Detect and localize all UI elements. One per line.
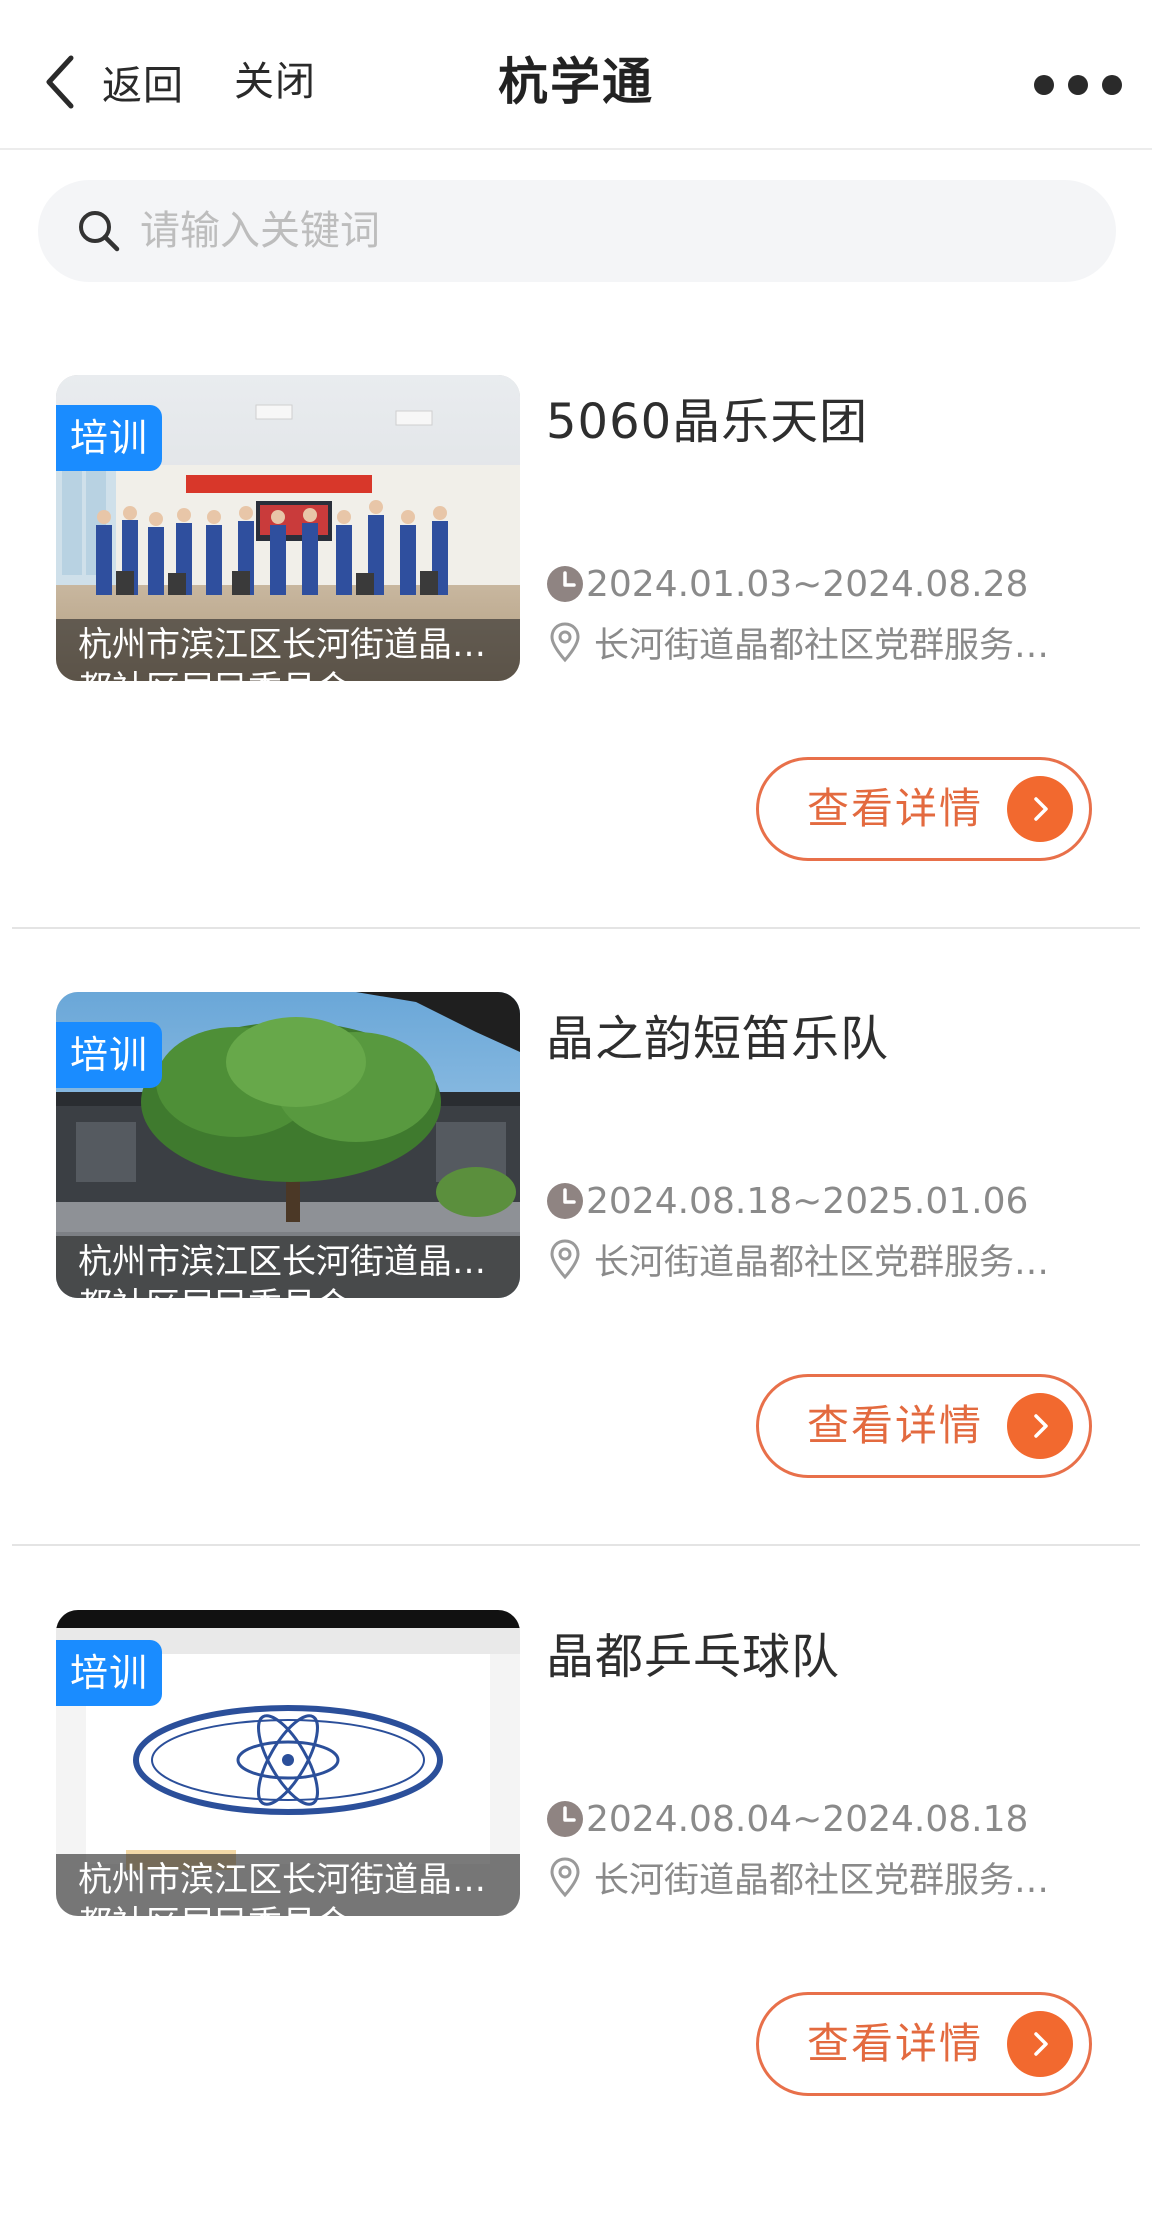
divider [12, 927, 1140, 929]
location-text: 长河街道晶都社区党群服务… [594, 1860, 1050, 1901]
arrow-right-icon [1007, 1393, 1073, 1459]
search-input[interactable] [140, 196, 1040, 266]
location-text: 长河街道晶都社区党群服务… [594, 625, 1050, 666]
location-row: 长河街道晶都社区党群服务… [546, 1852, 1086, 1902]
thumbnail-caption: 杭州市滨江区长河街道晶都社区居民委员会 都社区居民委员会 [56, 619, 520, 681]
view-details-button[interactable]: 查看详情 [756, 757, 1092, 861]
view-details-label: 查看详情 [807, 1401, 984, 1450]
clock-icon [546, 1182, 584, 1220]
date-row: 2024.01.03~2024.08.28 [546, 559, 1028, 609]
divider [12, 1544, 1140, 1546]
search-bar[interactable] [38, 180, 1116, 282]
search-icon [74, 206, 124, 256]
arrow-right-icon [1007, 776, 1073, 842]
date-range: 2024.08.04~2024.08.18 [586, 1798, 1029, 1840]
caption-line: 杭州市滨江区长河街道晶都社区居民委员会 [78, 1242, 498, 1282]
view-details-button[interactable]: 查看详情 [756, 1374, 1092, 1478]
top-navigation-bar: 返回 关闭 杭学通 [0, 0, 1152, 150]
view-details-label: 查看详情 [807, 784, 984, 833]
item-title[interactable]: 晶都乒乓球队 [546, 1624, 840, 1690]
caption-line-overflow: 都社区居民委员会 [78, 1902, 350, 1916]
clock-icon [546, 1800, 584, 1838]
location-pin-icon [546, 1855, 584, 1899]
arrow-right-icon [1007, 2011, 1073, 2077]
view-details-label: 查看详情 [807, 2019, 984, 2068]
location-row: 长河街道晶都社区党群服务… [546, 1234, 1086, 1284]
thumbnail-caption: 杭州市滨江区长河街道晶都社区居民委员会 都社区居民委员会 [56, 1236, 520, 1298]
date-row: 2024.08.04~2024.08.18 [546, 1794, 1028, 1844]
list-item[interactable]: 培训 杭州市滨江区长河街道晶都社区居民委员会 都社区居民委员会 晶都乒乓球队 2… [0, 1610, 1152, 2228]
view-details-button[interactable]: 查看详情 [756, 1992, 1092, 2096]
caption-line-overflow: 都社区居民委员会 [78, 1284, 350, 1298]
more-dots-icon[interactable] [1026, 68, 1130, 102]
location-text: 长河街道晶都社区党群服务… [594, 1242, 1050, 1283]
date-row: 2024.08.18~2025.01.06 [546, 1176, 1028, 1226]
page-title: 杭学通 [498, 53, 654, 111]
location-pin-icon [546, 620, 584, 664]
clock-icon [546, 565, 584, 603]
thumbnail-caption: 杭州市滨江区长河街道晶都社区居民委员会 都社区居民委员会 [56, 1854, 520, 1916]
date-range: 2024.01.03~2024.08.28 [586, 563, 1029, 605]
list-item[interactable]: 培训 杭州市滨江区长河街道晶都社区居民委员会 都社区居民委员会 晶之韵短笛乐队 … [0, 992, 1152, 1610]
caption-line: 杭州市滨江区长河街道晶都社区居民委员会 [78, 625, 498, 665]
caption-line-overflow: 都社区居民委员会 [78, 667, 350, 681]
item-thumbnail[interactable]: 培训 杭州市滨江区长河街道晶都社区居民委员会 都社区居民委员会 [56, 375, 520, 681]
item-title[interactable]: 晶之韵短笛乐队 [546, 1006, 889, 1072]
date-range: 2024.08.18~2025.01.06 [586, 1180, 1029, 1222]
location-row: 长河街道晶都社区党群服务… [546, 617, 1086, 667]
caption-line: 杭州市滨江区长河街道晶都社区居民委员会 [78, 1860, 498, 1900]
category-tag: 培训 [56, 1022, 163, 1088]
item-thumbnail[interactable]: 培训 杭州市滨江区长河街道晶都社区居民委员会 都社区居民委员会 [56, 992, 520, 1298]
category-tag: 培训 [56, 405, 163, 471]
item-thumbnail[interactable]: 培训 杭州市滨江区长河街道晶都社区居民委员会 都社区居民委员会 [56, 1610, 520, 1916]
item-title[interactable]: 5060晶乐天团 [546, 389, 868, 455]
category-tag: 培训 [56, 1640, 163, 1706]
location-pin-icon [546, 1237, 584, 1281]
list-item[interactable]: 培训 杭州市滨江区长河街道晶都社区居民委员会 都社区居民委员会 5060晶乐天团… [0, 375, 1152, 993]
